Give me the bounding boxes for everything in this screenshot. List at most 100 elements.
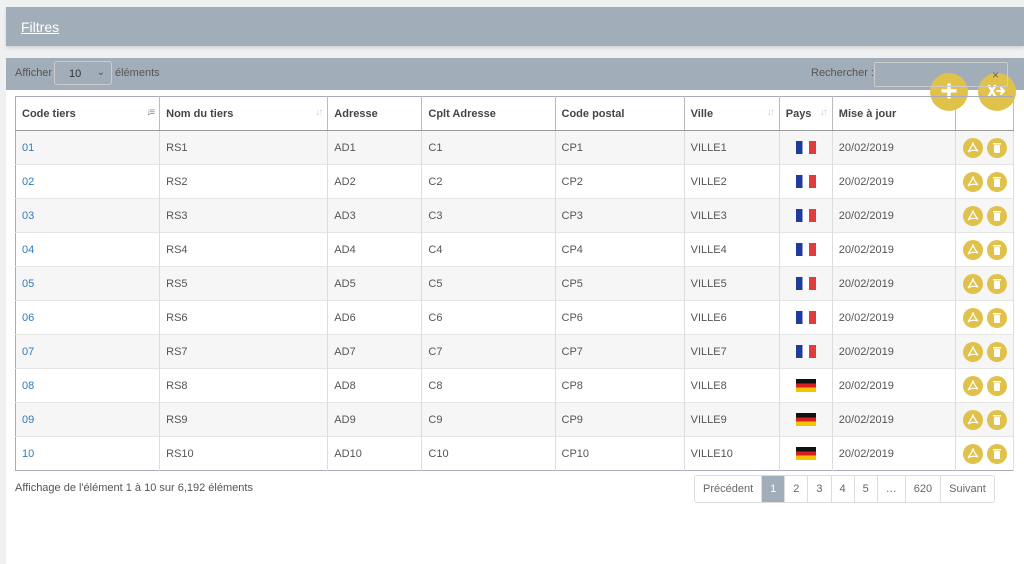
delete-button[interactable] — [986, 171, 1007, 192]
col-actions — [955, 96, 1015, 131]
cell-postal: CP10 — [555, 436, 685, 471]
cell-code[interactable]: 02 — [15, 164, 161, 199]
cell-cplt: C8 — [421, 368, 556, 403]
pdf-button[interactable] — [962, 409, 983, 430]
cell-actions — [955, 164, 1015, 199]
table-row: 06 RS6 AD6 C6 CP6 VILLE6 20/02/2019 — [15, 300, 1015, 335]
page-ellipsis: … — [877, 476, 906, 502]
cell-cplt: C1 — [421, 130, 556, 165]
cell-postal: CP4 — [555, 232, 685, 267]
cell-country — [779, 266, 833, 301]
trash-icon — [992, 244, 1001, 255]
pdf-button[interactable] — [962, 205, 983, 226]
page-3[interactable]: 3 — [808, 476, 832, 502]
col-pays[interactable]: Pays ↓↑ — [779, 96, 833, 131]
cell-code[interactable]: 06 — [15, 300, 161, 335]
trash-icon — [992, 448, 1001, 459]
pdf-icon — [967, 243, 979, 255]
cell-city: VILLE2 — [684, 164, 780, 199]
pdf-icon — [967, 345, 979, 357]
cell-code[interactable]: 10 — [15, 436, 161, 471]
cell-actions — [955, 368, 1015, 403]
delete-button[interactable] — [986, 341, 1007, 362]
cell-updated: 20/02/2019 — [832, 368, 956, 403]
pdf-button[interactable] — [962, 307, 983, 328]
page-620[interactable]: 620 — [905, 476, 942, 502]
pdf-button[interactable] — [962, 273, 983, 294]
chevron-down-icon: ⌄ — [96, 67, 105, 78]
page-length-value: 10 — [69, 68, 82, 80]
page-2[interactable]: 2 — [785, 476, 809, 502]
cell-address: AD8 — [327, 368, 423, 403]
search-label: Rechercher : — [811, 67, 874, 79]
pdf-icon — [967, 311, 979, 323]
pdf-icon — [967, 175, 979, 187]
filters-toggle-link[interactable]: Filtres — [21, 19, 59, 35]
trash-icon — [992, 414, 1001, 425]
cell-cplt: C4 — [421, 232, 556, 267]
cell-actions — [955, 232, 1015, 267]
col-code-tiers[interactable]: Code tiers ↓≡ — [15, 96, 161, 131]
clear-icon[interactable]: × — [992, 68, 999, 82]
sort-icon: ↓↑ — [819, 107, 828, 118]
col-nom-tiers[interactable]: Nom du tiers ↓↑ — [159, 96, 329, 131]
delete-button[interactable] — [986, 443, 1007, 464]
pdf-button[interactable] — [962, 443, 983, 464]
table-row: 03 RS3 AD3 C3 CP3 VILLE3 20/02/2019 — [15, 198, 1015, 233]
page-1[interactable]: 1 — [762, 476, 786, 502]
cell-country — [779, 402, 833, 437]
cell-postal: CP5 — [555, 266, 685, 301]
search-input[interactable]: × — [874, 62, 1008, 87]
cell-postal: CP6 — [555, 300, 685, 335]
trash-icon — [992, 346, 1001, 357]
cell-code[interactable]: 09 — [15, 402, 161, 437]
pagination-prev[interactable]: Précédent — [695, 476, 763, 502]
cell-country — [779, 300, 833, 335]
pdf-button[interactable] — [962, 171, 983, 192]
pdf-button[interactable] — [962, 341, 983, 362]
pdf-button[interactable] — [962, 375, 983, 396]
sort-icon: ↓↑ — [766, 107, 775, 118]
length-suffix: éléments — [115, 67, 160, 79]
cell-code[interactable]: 05 — [15, 266, 161, 301]
page-4[interactable]: 4 — [831, 476, 855, 502]
cell-address: AD4 — [327, 232, 423, 267]
flag-germany-icon — [795, 379, 816, 392]
cell-code[interactable]: 04 — [15, 232, 161, 267]
pdf-icon — [967, 141, 979, 153]
pagination-next[interactable]: Suivant — [941, 476, 994, 502]
cell-postal: CP2 — [555, 164, 685, 199]
page-length-select[interactable]: 10 ⌄ — [54, 61, 112, 85]
flag-france-icon — [795, 345, 816, 358]
cell-cplt: C5 — [421, 266, 556, 301]
col-ville[interactable]: Ville ↓↑ — [684, 96, 780, 131]
trash-icon — [992, 210, 1001, 221]
cell-actions — [955, 402, 1015, 437]
table-row: 04 RS4 AD4 C4 CP4 VILLE4 20/02/2019 — [15, 232, 1015, 267]
cell-postal: CP8 — [555, 368, 685, 403]
delete-button[interactable] — [986, 375, 1007, 396]
page-5[interactable]: 5 — [854, 476, 878, 502]
cell-updated: 20/02/2019 — [832, 334, 956, 369]
cell-code[interactable]: 07 — [15, 334, 161, 369]
flag-france-icon — [795, 243, 816, 256]
delete-button[interactable] — [986, 273, 1007, 294]
cell-actions — [955, 198, 1015, 233]
trash-icon — [992, 312, 1001, 323]
pdf-button[interactable] — [962, 137, 983, 158]
cell-code[interactable]: 03 — [15, 198, 161, 233]
cell-name: RS1 — [159, 130, 329, 165]
delete-button[interactable] — [986, 239, 1007, 260]
pdf-button[interactable] — [962, 239, 983, 260]
cell-city: VILLE8 — [684, 368, 780, 403]
cell-code[interactable]: 08 — [15, 368, 161, 403]
pdf-icon — [967, 209, 979, 221]
cell-updated: 20/02/2019 — [832, 402, 956, 437]
delete-button[interactable] — [986, 409, 1007, 430]
filters-bar: Filtres — [6, 7, 1024, 46]
cell-actions — [955, 436, 1015, 471]
delete-button[interactable] — [986, 205, 1007, 226]
cell-code[interactable]: 01 — [15, 130, 161, 165]
delete-button[interactable] — [986, 137, 1007, 158]
delete-button[interactable] — [986, 307, 1007, 328]
